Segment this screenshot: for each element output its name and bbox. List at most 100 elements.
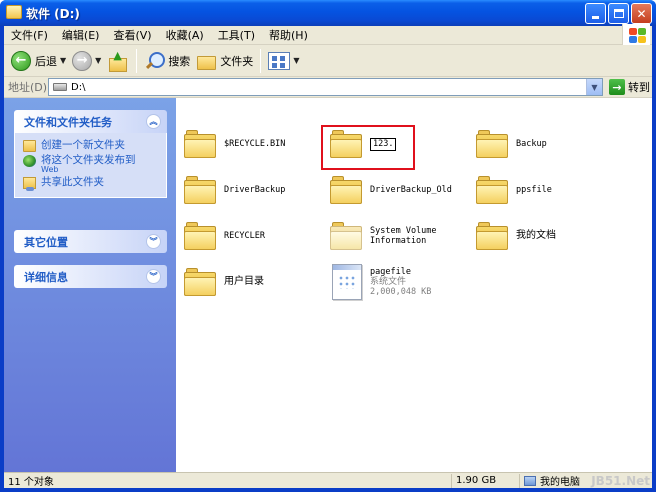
collapse-up-icon[interactable]: ︽ bbox=[146, 114, 161, 129]
other-places-title: 其它位置 bbox=[24, 235, 68, 249]
folder-name: RECYCLER bbox=[224, 231, 265, 241]
folder-icon bbox=[476, 222, 508, 250]
folder-item[interactable]: DriverBackup bbox=[184, 176, 285, 204]
file-item[interactable]: pagefile 系统文件 2,000,048 KB bbox=[332, 264, 431, 300]
forward-dropdown-icon[interactable]: ▼ bbox=[95, 56, 101, 65]
folder-item[interactable]: Backup bbox=[476, 130, 547, 158]
folder-icon bbox=[184, 268, 216, 296]
other-places-header[interactable]: 其它位置 ︾ bbox=[14, 230, 167, 253]
search-button[interactable]: 搜索 bbox=[141, 48, 193, 74]
status-size: 1.90 GB bbox=[452, 473, 520, 488]
drive-folder-icon bbox=[6, 5, 22, 19]
back-button[interactable]: ← 后退 ▼ bbox=[8, 48, 69, 74]
menu-tools[interactable]: 工具(T) bbox=[211, 26, 262, 45]
expand-down-icon[interactable]: ︾ bbox=[146, 269, 161, 284]
task-share-folder[interactable]: 共享此文件夹 bbox=[23, 176, 160, 191]
up-button[interactable] bbox=[104, 48, 132, 74]
file-kind: 系统文件 bbox=[370, 277, 407, 287]
folder-item[interactable]: $RECYCLE.BIN bbox=[184, 130, 285, 158]
menu-file[interactable]: 文件(F) bbox=[4, 26, 55, 45]
folders-button[interactable]: 文件夹 bbox=[193, 48, 256, 74]
expand-down-icon[interactable]: ︾ bbox=[146, 234, 161, 249]
menu-edit[interactable]: 编辑(E) bbox=[55, 26, 107, 45]
folder-icon bbox=[476, 176, 508, 204]
minimize-button[interactable] bbox=[585, 3, 606, 24]
address-value: D:\ bbox=[71, 81, 86, 93]
folder-icon bbox=[330, 176, 362, 204]
title-bar[interactable]: 软件 (D:) ✕ bbox=[0, 0, 656, 26]
highlight-box bbox=[321, 125, 415, 170]
toolbar-separator bbox=[260, 48, 262, 73]
windows-logo-icon bbox=[622, 24, 650, 46]
address-input[interactable]: D:\ ▼ bbox=[48, 78, 603, 96]
file-tasks-header[interactable]: 文件和文件夹任务 ︽ bbox=[14, 110, 167, 133]
details-panel: 详细信息 ︾ bbox=[14, 265, 167, 288]
folder-item[interactable]: DriverBackup_Old bbox=[330, 176, 452, 204]
my-computer-icon bbox=[524, 475, 536, 486]
folder-item[interactable]: 用户目录 bbox=[184, 268, 264, 296]
forward-arrow-icon: → bbox=[72, 50, 93, 71]
menu-favorites[interactable]: 收藏(A) bbox=[159, 26, 211, 45]
file-tasks-body: 创建一个新文件夹 将这个文件夹发布到 Web 共享此文件夹 bbox=[14, 133, 167, 198]
hidden-folder-icon bbox=[330, 222, 362, 250]
search-icon bbox=[144, 51, 166, 71]
details-header[interactable]: 详细信息 ︾ bbox=[14, 265, 167, 288]
folder-item[interactable]: ppsfile bbox=[476, 176, 552, 204]
forward-button[interactable]: → ▼ bbox=[69, 48, 104, 74]
folder-icon bbox=[476, 130, 508, 158]
details-title: 详细信息 bbox=[24, 270, 68, 284]
file-tasks-panel: 文件和文件夹任务 ︽ 创建一个新文件夹 将这个文件夹发布到 Web 共享此文件夹 bbox=[14, 110, 167, 198]
menu-view[interactable]: 查看(V) bbox=[106, 26, 158, 45]
views-icon bbox=[268, 51, 291, 70]
address-bar: 地址(D) D:\ ▼ → 转到 bbox=[4, 77, 652, 98]
folder-name: System Volume bbox=[370, 226, 437, 236]
back-label: 后退 bbox=[35, 54, 57, 68]
folder-item[interactable]: RECYCLER bbox=[184, 222, 265, 250]
address-dropdown-icon[interactable]: ▼ bbox=[586, 79, 602, 95]
task-publish-web-sub: Web bbox=[41, 165, 59, 174]
task-share-folder-label: 共享此文件夹 bbox=[41, 176, 104, 188]
folders-label: 文件夹 bbox=[220, 54, 254, 68]
folder-name-line2: Information bbox=[370, 236, 427, 246]
maximize-icon bbox=[613, 9, 624, 18]
task-publish-web[interactable]: 将这个文件夹发布到 Web bbox=[23, 154, 160, 174]
file-tasks-title: 文件和文件夹任务 bbox=[24, 115, 112, 129]
address-label: 地址(D) bbox=[8, 81, 48, 94]
other-places-panel: 其它位置 ︾ bbox=[14, 230, 167, 253]
close-button[interactable]: ✕ bbox=[631, 3, 652, 24]
file-list[interactable]: $RECYCLE.BIN 123. Backup DriverBackup Dr… bbox=[176, 98, 652, 472]
maximize-button[interactable] bbox=[608, 3, 629, 24]
views-dropdown-icon[interactable]: ▼ bbox=[293, 56, 299, 65]
watermark: JB51.Net bbox=[591, 474, 650, 488]
folder-icon bbox=[184, 176, 216, 204]
status-location-label: 我的电脑 bbox=[540, 477, 580, 488]
status-bar: 11 个对象 1.90 GB 我的电脑 JB51.Net bbox=[4, 472, 652, 488]
new-folder-icon bbox=[23, 140, 36, 152]
go-button[interactable]: → 转到 bbox=[609, 79, 650, 95]
views-button[interactable]: ▼ bbox=[265, 48, 302, 74]
drive-icon bbox=[53, 83, 67, 91]
folder-item[interactable]: 我的文档 bbox=[476, 222, 556, 250]
menu-help[interactable]: 帮助(H) bbox=[262, 26, 315, 45]
folder-name: Backup bbox=[516, 139, 547, 149]
folders-icon bbox=[196, 52, 217, 70]
system-file-icon bbox=[332, 264, 362, 300]
status-location: 我的电脑 bbox=[520, 474, 584, 488]
folder-name: $RECYCLE.BIN bbox=[224, 139, 286, 149]
folder-name: 我的文档 bbox=[516, 230, 556, 241]
share-folder-icon bbox=[23, 177, 36, 191]
task-new-folder-label: 创建一个新文件夹 bbox=[41, 139, 125, 151]
status-object-count: 11 个对象 bbox=[4, 473, 452, 488]
minimize-icon bbox=[592, 16, 599, 19]
folder-item[interactable]: System Volume Information bbox=[330, 222, 437, 250]
task-new-folder[interactable]: 创建一个新文件夹 bbox=[23, 139, 160, 152]
folder-name: ppsfile bbox=[516, 185, 552, 195]
go-arrow-icon: → bbox=[609, 79, 625, 95]
back-dropdown-icon[interactable]: ▼ bbox=[60, 56, 66, 65]
toolbar: ← 后退 ▼ → ▼ 搜索 文件夹 bbox=[4, 45, 652, 77]
go-label: 转到 bbox=[628, 81, 650, 94]
close-icon: ✕ bbox=[636, 6, 647, 21]
folder-name: DriverBackup bbox=[224, 185, 286, 195]
back-arrow-icon: ← bbox=[11, 50, 31, 71]
file-size: 2,000,048 KB bbox=[370, 287, 432, 297]
